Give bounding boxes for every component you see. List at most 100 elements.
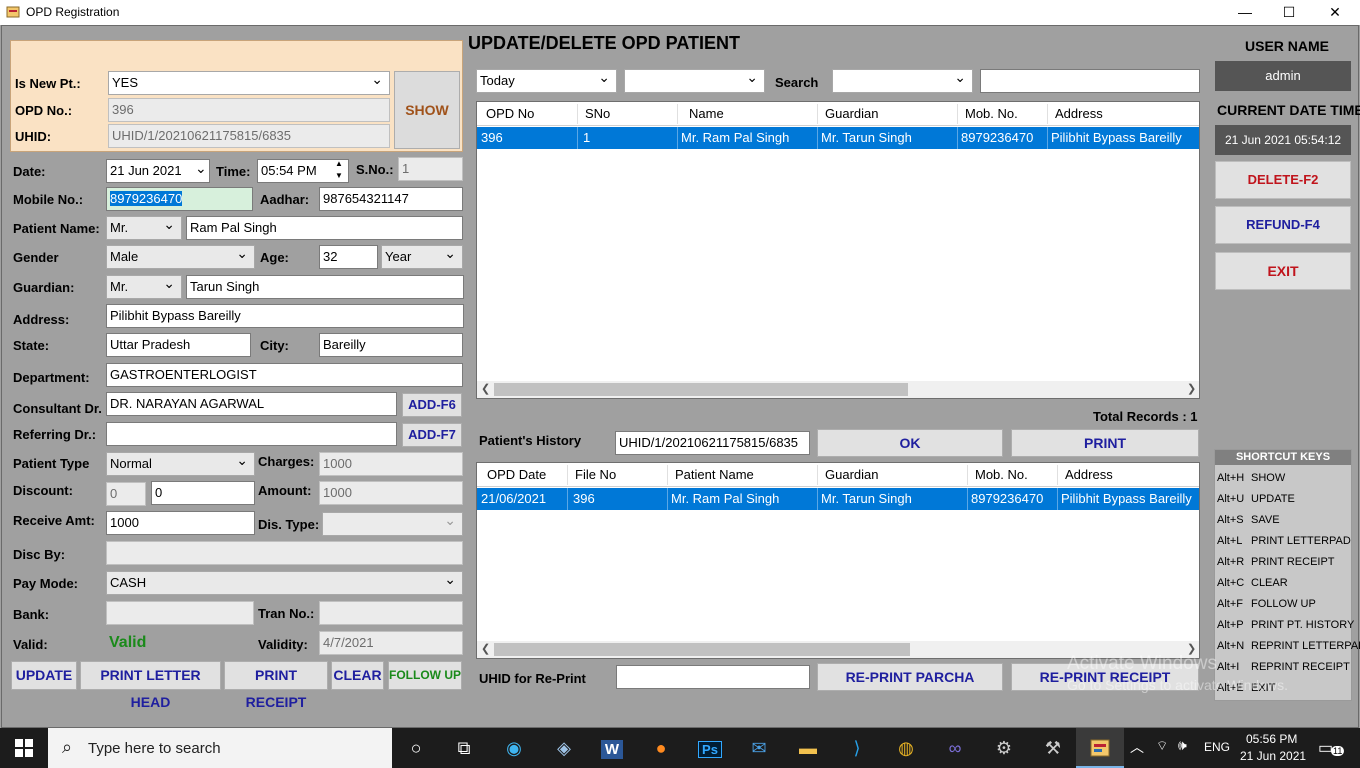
scroll-left-icon[interactable]: ❮ [481, 382, 490, 395]
scroll-right-icon[interactable]: ❯ [1187, 382, 1196, 395]
reprint-uhid-input[interactable] [616, 665, 810, 689]
records-col-address[interactable]: Address [1055, 106, 1103, 121]
is-new-select[interactable]: YES [108, 71, 390, 95]
records-scrollbar[interactable]: ❮ ❯ [477, 381, 1199, 398]
records-col-mobile[interactable]: Mob. No. [965, 106, 1018, 121]
update-button[interactable]: UPDATE [11, 661, 77, 690]
gender-select[interactable]: Male [106, 245, 255, 269]
task-view-icon[interactable]: ⧉ [440, 728, 488, 768]
sno-field[interactable]: 1 [398, 157, 463, 181]
add-consultant-button[interactable]: ADD-F6 [402, 393, 462, 417]
dis-type-select[interactable] [322, 512, 463, 536]
records-scroll-thumb[interactable] [494, 383, 908, 396]
clock-date[interactable]: 21 Jun 2021 [1240, 749, 1306, 763]
pay-mode-select[interactable]: CASH [106, 571, 463, 595]
user-name-value: admin [1215, 61, 1351, 91]
scroll-left-icon[interactable]: ❮ [481, 642, 490, 655]
delete-button[interactable]: DELETE-F2 [1215, 161, 1351, 199]
close-icon[interactable]: ✕ [1312, 0, 1358, 25]
disc-by-field[interactable] [106, 541, 463, 565]
search-input[interactable] [980, 69, 1200, 93]
maximize-icon[interactable]: ☐ [1266, 0, 1312, 25]
uhid-field[interactable]: UHID/1/20210621175815/6835 [108, 124, 390, 148]
volume-icon[interactable]: 🕪 [1178, 737, 1187, 754]
state-field[interactable]: Uttar Pradesh [106, 333, 251, 357]
history-col-mobile[interactable]: Mob. No. [975, 467, 1028, 482]
tran-field[interactable] [319, 601, 463, 625]
receive-field[interactable]: 1000 [106, 511, 255, 535]
history-col-file-no[interactable]: File No [575, 467, 616, 482]
records-col-opd-no[interactable]: OPD No [486, 106, 534, 121]
consultant-field[interactable]: DR. NARAYAN AGARWAL [106, 392, 397, 416]
records-col-sno[interactable]: SNo [585, 106, 610, 121]
age-field[interactable]: 32 [319, 245, 378, 269]
print-letter-head-button[interactable]: PRINT LETTER HEAD [80, 661, 221, 710]
add-referring-button[interactable]: ADD-F7 [402, 423, 462, 447]
table-row[interactable]: 396 1 Mr. Ram Pal Singh Mr. Tarun Singh … [477, 127, 1199, 149]
clear-button[interactable]: CLEAR [331, 661, 384, 690]
bank-field[interactable] [106, 601, 254, 625]
chrome-icon[interactable]: ◍ [882, 728, 930, 768]
network-icon[interactable]: ⌔ [1156, 738, 1168, 754]
guardian-title-select[interactable]: Mr. [106, 275, 182, 299]
show-button[interactable]: SHOW [394, 71, 460, 149]
patient-type-select[interactable]: Normal [106, 452, 255, 476]
file-explorer-icon[interactable]: ▬ [784, 728, 832, 768]
language-indicator[interactable]: ENG [1204, 740, 1230, 754]
patient-title-select[interactable]: Mr. [106, 216, 182, 240]
cortana-icon[interactable]: ○ [392, 728, 440, 768]
aadhar-field[interactable]: 987654321147 [319, 187, 463, 211]
charges-field[interactable]: 1000 [319, 452, 463, 476]
opd-app-taskbar-icon[interactable] [1076, 728, 1124, 768]
records-col-guardian[interactable]: Guardian [825, 106, 878, 121]
vscode-icon[interactable]: ⟩ [833, 728, 881, 768]
refund-button[interactable]: REFUND-F4 [1215, 206, 1351, 244]
discount-amount-field[interactable]: 0 [151, 481, 255, 505]
history-col-address[interactable]: Address [1065, 467, 1113, 482]
patient-name-field[interactable]: Ram Pal Singh [186, 216, 463, 240]
history-col-patient-name[interactable]: Patient Name [675, 467, 754, 482]
time-spinner-icon[interactable]: ▲ ▼ [335, 158, 343, 182]
print-receipt-button[interactable]: PRINT RECEIPT [224, 661, 328, 710]
table-row[interactable]: 21/06/2021 396 Mr. Ram Pal Singh Mr. Tar… [477, 488, 1199, 510]
referring-field[interactable] [106, 422, 397, 446]
windows-start-icon[interactable] [0, 728, 48, 768]
ok-button[interactable]: OK [817, 429, 1003, 457]
period-select[interactable]: Today [476, 69, 617, 93]
history-col-guardian[interactable]: Guardian [825, 467, 878, 482]
search-field-select[interactable] [832, 69, 973, 93]
print-history-button[interactable]: PRINT [1011, 429, 1199, 457]
address-field[interactable]: Pilibhit Bypass Bareilly [106, 304, 464, 328]
reprint-parcha-button[interactable]: RE-PRINT PARCHA [817, 663, 1003, 691]
edge-icon[interactable]: ◉ [490, 728, 538, 768]
history-scroll-thumb[interactable] [494, 643, 910, 656]
mail-icon[interactable]: ✉ [735, 728, 783, 768]
history-uhid-field[interactable]: UHID/1/20210621175815/6835 [615, 431, 810, 455]
photoshop-icon[interactable]: Ps [686, 728, 734, 768]
city-field[interactable]: Bareilly [319, 333, 463, 357]
history-col-opd-date[interactable]: OPD Date [487, 467, 546, 482]
age-unit-select[interactable]: Year [381, 245, 463, 269]
word-icon[interactable]: W [588, 728, 636, 768]
opd-no-field[interactable]: 396 [108, 98, 390, 122]
discount-percent-field[interactable]: 0 [106, 482, 146, 506]
guardian-field[interactable]: Tarun Singh [186, 275, 464, 299]
department-field[interactable]: GASTROENTERLOGIST [106, 363, 463, 387]
follow-up-button[interactable]: FOLLOW UP [388, 661, 462, 690]
records-col-name[interactable]: Name [689, 106, 724, 121]
clock-time[interactable]: 05:56 PM [1246, 732, 1297, 746]
filter-select[interactable] [624, 69, 765, 93]
date-chevron-icon[interactable]: ⌄ [195, 160, 207, 177]
firefox-icon[interactable]: ● [637, 728, 685, 768]
mobile-field[interactable]: 8979236470 [106, 187, 253, 211]
infinity-app-icon[interactable]: ∞ [931, 728, 979, 768]
minimize-icon[interactable]: — [1222, 0, 1268, 25]
app-icon[interactable]: ◈ [540, 728, 588, 768]
amount-field[interactable]: 1000 [319, 481, 463, 505]
exit-button[interactable]: EXIT [1215, 252, 1351, 290]
tray-chevron-icon[interactable]: ︿ [1130, 737, 1144, 757]
taskbar-search[interactable]: ⌕ Type here to search [48, 728, 392, 768]
tools-icon[interactable]: ⚒ [1029, 728, 1077, 768]
settings-gear-icon[interactable]: ⚙ [980, 728, 1028, 768]
validity-field[interactable]: 4/7/2021 [319, 631, 463, 655]
